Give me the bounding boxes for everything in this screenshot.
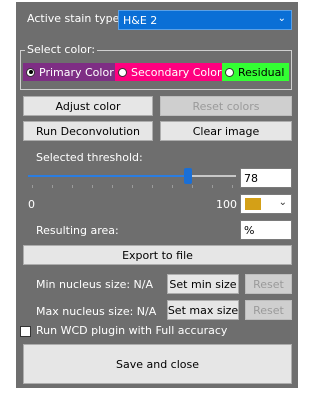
threshold-value: 78 bbox=[244, 171, 258, 185]
resulting-area-field: % bbox=[240, 220, 292, 240]
export-to-file-button[interactable]: Export to file bbox=[23, 245, 292, 265]
slider-tick bbox=[192, 185, 193, 188]
slider-tick bbox=[172, 185, 173, 188]
overlay-color-picker[interactable]: ⌄ bbox=[240, 194, 292, 214]
color-radio-row: Primary Color Secondary Color Residual bbox=[23, 63, 289, 81]
select-color-label: Select color: bbox=[25, 43, 98, 56]
slider-fill bbox=[28, 175, 188, 177]
clear-image-button[interactable]: Clear image bbox=[160, 121, 292, 141]
slider-ticks bbox=[28, 185, 236, 188]
slider-tick bbox=[212, 185, 213, 188]
radio-icon bbox=[225, 67, 234, 77]
secondary-color-label: Secondary Color bbox=[131, 65, 222, 79]
max-nucleus-label: Max nucleus size: N/A bbox=[36, 305, 157, 318]
color-deconvolution-panel: Active stain type: H&E 2 ⌄ Select color:… bbox=[16, 2, 298, 388]
slider-tick bbox=[112, 185, 113, 188]
set-min-size-button[interactable]: Set min size bbox=[167, 274, 239, 294]
run-deconvolution-button[interactable]: Run Deconvolution bbox=[23, 121, 153, 141]
slider-thumb[interactable] bbox=[184, 168, 192, 184]
chevron-down-icon: ⌄ bbox=[278, 197, 287, 208]
wcd-checkbox-row[interactable]: Run WCD plugin with Full accuracy bbox=[20, 324, 260, 340]
slider-tick bbox=[152, 185, 153, 188]
reset-min-button[interactable]: Reset bbox=[245, 274, 292, 294]
reset-max-button[interactable]: Reset bbox=[245, 300, 292, 320]
threshold-max-label: 100 bbox=[216, 198, 237, 211]
slider-tick bbox=[72, 185, 73, 188]
adjust-color-button[interactable]: Adjust color bbox=[23, 96, 153, 116]
radio-icon bbox=[26, 67, 35, 77]
slider-tick bbox=[132, 185, 133, 188]
slider-tick bbox=[32, 185, 33, 188]
stain-type-value: H&E 2 bbox=[123, 14, 158, 27]
primary-color-label: Primary Color bbox=[39, 65, 114, 79]
slider-tick bbox=[232, 185, 233, 188]
slider-tick bbox=[52, 185, 53, 188]
color-swatch bbox=[245, 198, 261, 210]
min-nucleus-label: Min nucleus size: N/A bbox=[36, 278, 154, 291]
checkbox-icon[interactable] bbox=[20, 326, 31, 337]
wcd-label: Run WCD plugin with Full accuracy bbox=[36, 324, 228, 337]
threshold-value-field[interactable]: 78 bbox=[240, 168, 292, 188]
reset-colors-button[interactable]: Reset colors bbox=[160, 96, 292, 116]
secondary-color-radio[interactable]: Secondary Color bbox=[115, 63, 222, 81]
set-max-size-button[interactable]: Set max size bbox=[167, 300, 239, 320]
radio-icon bbox=[118, 67, 127, 77]
chevron-down-icon: ⌄ bbox=[277, 13, 286, 24]
resulting-area-label: Resulting area: bbox=[36, 224, 119, 237]
threshold-label: Selected threshold: bbox=[36, 151, 143, 164]
stain-type-select[interactable]: H&E 2 ⌄ bbox=[118, 10, 292, 30]
save-and-close-button[interactable]: Save and close bbox=[23, 344, 292, 384]
resulting-area-value: % bbox=[244, 223, 255, 237]
primary-color-radio[interactable]: Primary Color bbox=[23, 63, 115, 81]
threshold-min-label: 0 bbox=[28, 198, 35, 211]
stain-type-label: Active stain type: bbox=[27, 12, 124, 25]
slider-tick bbox=[92, 185, 93, 188]
residual-radio[interactable]: Residual bbox=[222, 63, 289, 81]
threshold-slider[interactable] bbox=[28, 166, 236, 192]
residual-label: Residual bbox=[238, 65, 285, 79]
